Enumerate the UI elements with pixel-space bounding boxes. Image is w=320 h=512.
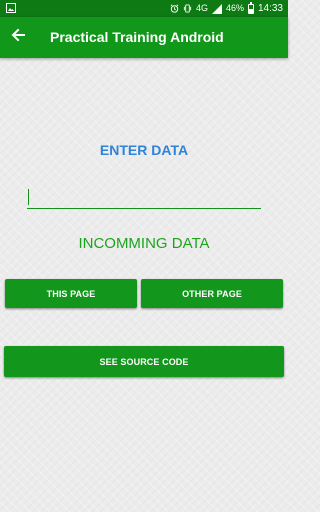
battery-icon: [247, 1, 254, 14]
status-icons: 4G 46% 14:33: [170, 0, 283, 17]
incoming-data-label: INCOMMING DATA: [78, 235, 210, 252]
arrow-left-icon: [11, 28, 25, 47]
alarm-icon: [170, 4, 179, 13]
image-notification-icon: [6, 3, 16, 13]
status-bar: 4G 46% 14:33: [0, 0, 288, 17]
app-bar: Practical Training Android: [0, 17, 288, 58]
enter-data-label: ENTER DATA: [99, 142, 189, 158]
signal-icon: [211, 3, 222, 14]
vibrate-icon: [183, 4, 192, 13]
this-page-button[interactable]: THIS PAGE: [5, 279, 137, 308]
clock: 14:33: [257, 3, 283, 14]
network-type-label: 4G: [195, 3, 208, 13]
data-input[interactable]: [27, 187, 261, 209]
battery-percent: 46%: [225, 3, 244, 13]
see-source-code-button[interactable]: SEE SOURCE CODE: [4, 346, 284, 377]
back-button[interactable]: [8, 27, 28, 47]
text-cursor: [28, 189, 29, 205]
other-page-button[interactable]: OTHER PAGE: [141, 279, 283, 308]
app-title: Practical Training Android: [50, 29, 224, 45]
